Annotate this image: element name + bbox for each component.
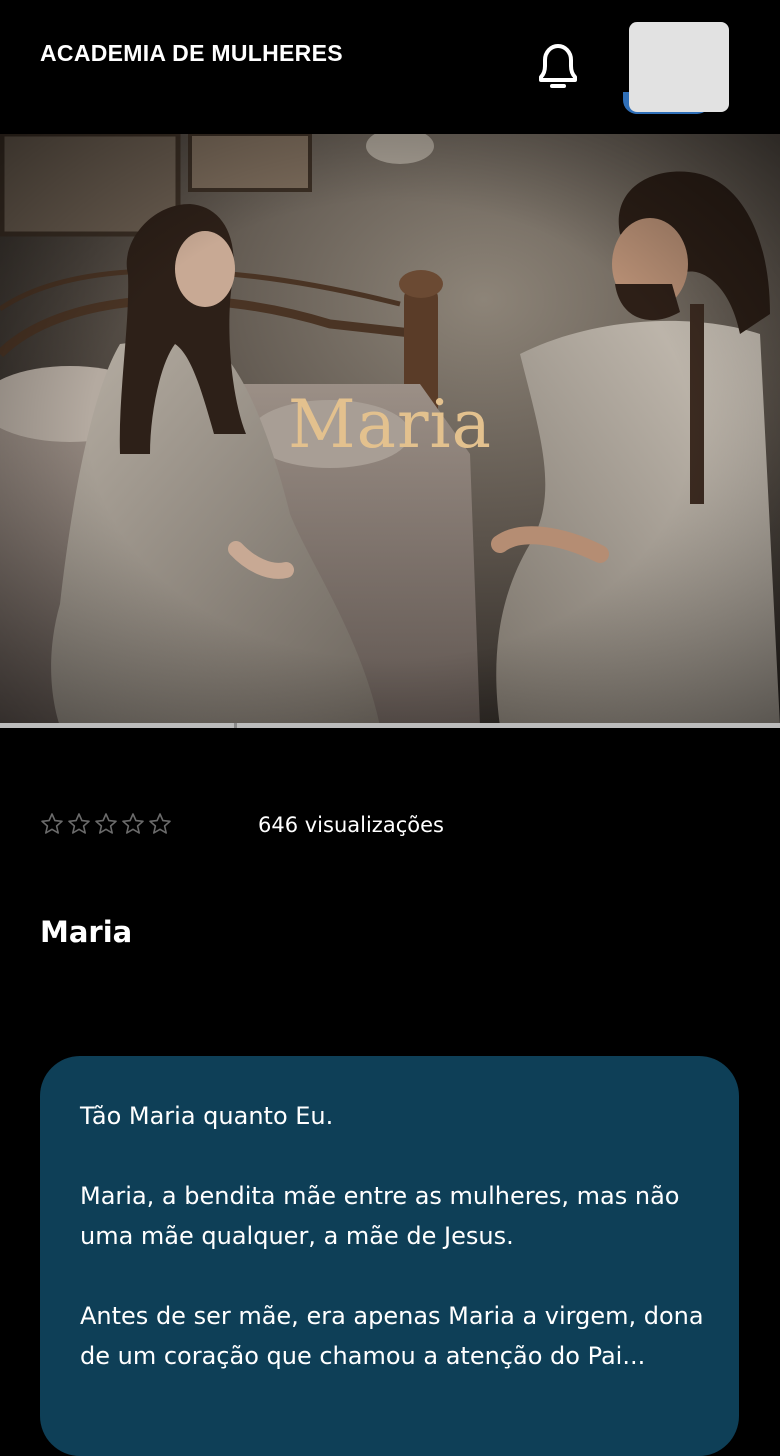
app-brand-title: ACADEMIA DE MULHERES — [40, 40, 343, 66]
video-hero[interactable]: Maria — [0, 134, 780, 726]
star-icon[interactable] — [40, 812, 64, 836]
description-paragraph: Maria, a bendita mãe entre as mulheres, … — [80, 1182, 680, 1250]
star-icon[interactable] — [67, 812, 91, 836]
description-text: Tão Maria quanto Eu. Maria, a bendita mã… — [80, 1096, 710, 1416]
notifications-button[interactable] — [535, 42, 581, 92]
star-icon[interactable] — [94, 812, 118, 836]
description-paragraph: Antes de ser mãe, era apenas Maria a vir… — [80, 1302, 704, 1370]
view-count: 646 visualizações — [258, 813, 444, 837]
video-progress-bar[interactable] — [0, 723, 780, 728]
bell-icon — [539, 44, 577, 88]
avatar — [629, 22, 729, 112]
profile-button[interactable] — [621, 20, 731, 116]
description-paragraph: Tão Maria quanto Eu. — [80, 1102, 334, 1130]
content-title: Maria — [40, 915, 133, 949]
top-bar: ACADEMIA DE MULHERES — [0, 0, 780, 134]
star-icon[interactable] — [121, 812, 145, 836]
hero-title: Maria — [288, 386, 492, 463]
video-progress-handle[interactable] — [234, 723, 237, 728]
star-icon[interactable] — [148, 812, 172, 836]
star-rating[interactable] — [40, 812, 172, 836]
description-card: Tão Maria quanto Eu. Maria, a bendita mã… — [40, 1056, 739, 1456]
